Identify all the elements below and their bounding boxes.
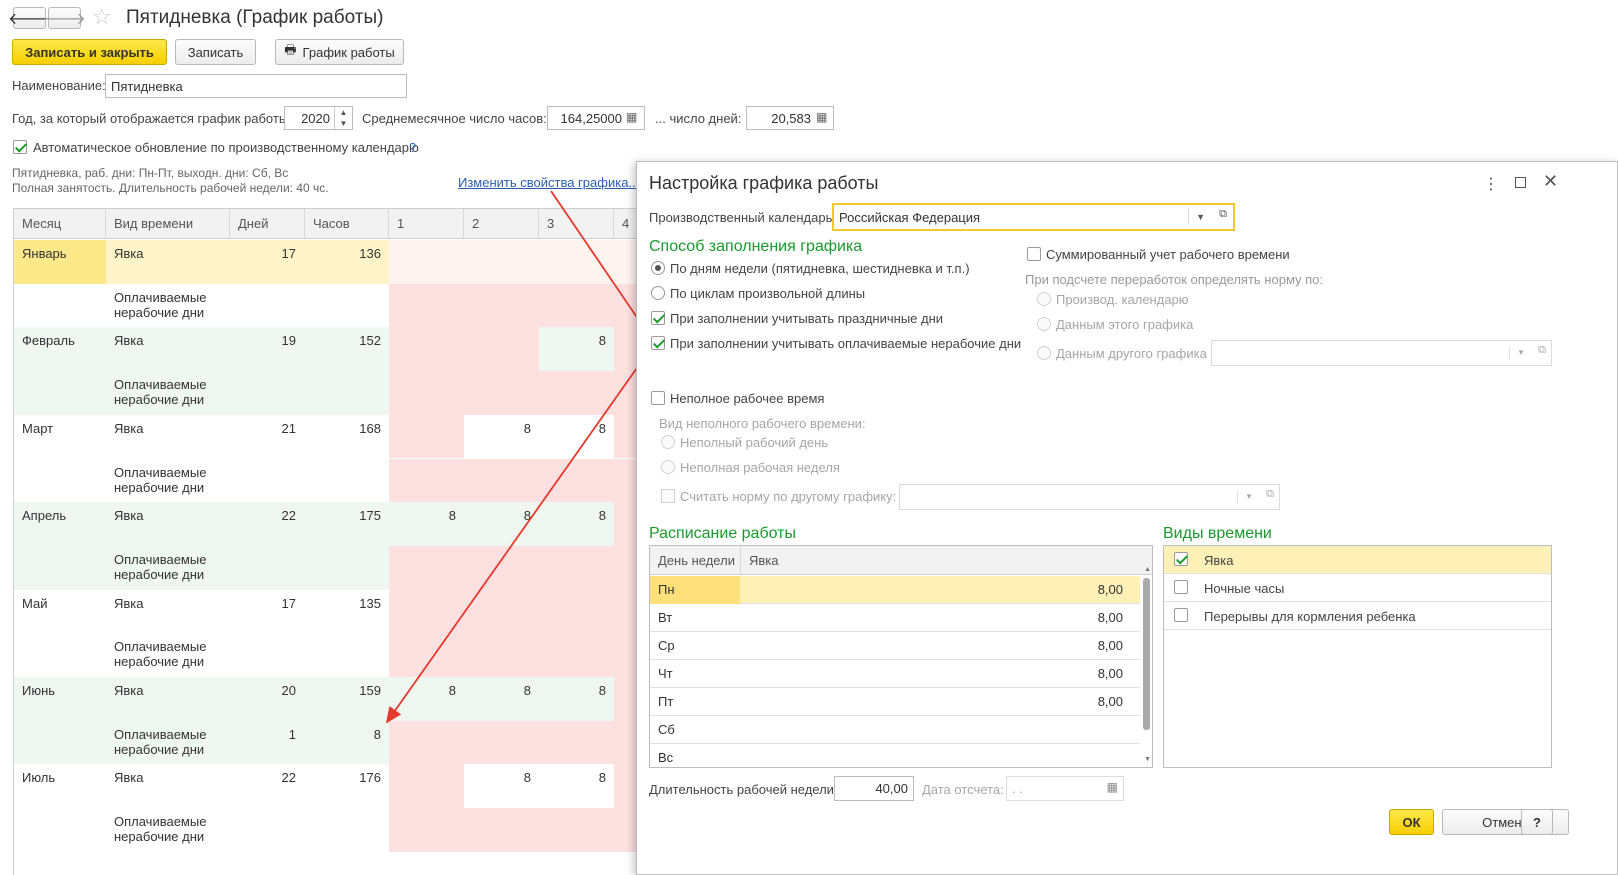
time-kind-checkbox[interactable] [1174,552,1188,566]
chevron-down-icon[interactable]: ▼ [1237,490,1253,504]
ot-this-radio[interactable] [1037,317,1051,331]
weekdays-label: По дням недели (пятидневка, шестидневка … [670,261,970,276]
weekday-cell: Вс [658,750,674,765]
chevron-down-icon[interactable]: ▼ [1509,346,1525,360]
overtime-label: При подсчете переработок определять норм… [1025,272,1324,287]
attendance-cell[interactable]: 8,00 [741,632,1131,660]
attendance-cell[interactable]: 8,00 [741,660,1131,688]
paid-nonwork-label: При заполнении учитывать оплачиваемые не… [670,336,1022,351]
list-item[interactable]: Явка [1164,546,1551,574]
paid-nonwork-checkbox[interactable] [651,336,665,350]
header-weekday[interactable]: День недели [650,546,741,575]
list-item[interactable]: Перерывы для кормления ребенка [1164,602,1551,630]
scrollbar[interactable] [1143,578,1150,730]
table-row[interactable]: Сб [650,716,1140,744]
table-row[interactable]: Чт 8,00 [650,660,1140,688]
cycles-label: По циклам произвольной длины [670,286,866,301]
open-icon[interactable]: ⧉ [1266,488,1274,501]
scroll-down-icon[interactable]: ▼ [1144,756,1151,763]
part-week-label: Неполная рабочая неделя [680,460,840,475]
attendance-cell[interactable] [741,744,1131,767]
open-icon[interactable]: ⧉ [1219,208,1227,221]
schedule-title: Расписание работы [649,525,796,542]
calendar-select[interactable]: Российская Федерация ▼ ⧉ [832,203,1235,231]
fill-method-title: Способ заполнения графика [649,238,863,255]
table-row[interactable]: Ср 8,00 [650,632,1140,660]
week-length-input[interactable]: 40,00 [834,776,914,801]
more-icon[interactable]: ⋮ [1483,174,1499,194]
ot-other-radio[interactable] [1037,346,1051,360]
other-norm-checkbox[interactable] [661,489,675,503]
calendar-label: Производственный календарь: [649,210,836,225]
weekday-cell: Чт [658,666,673,681]
weekdays-radio[interactable] [651,261,665,275]
cycles-radio[interactable] [651,286,665,300]
attendance-cell[interactable] [741,716,1131,744]
dialog-title: Настройка графика работы [649,173,879,193]
time-kind-checkbox[interactable] [1174,580,1188,594]
attendance-cell[interactable]: 8,00 [741,604,1131,632]
time-kind-checkbox[interactable] [1174,608,1188,622]
ref-date-input[interactable]: . . ▦ [1006,776,1124,801]
list-item[interactable]: Ночные часы [1164,574,1551,602]
weekday-cell: Пн [650,576,740,604]
part-kind-label: Вид неполного рабочего времени: [659,416,866,431]
time-kinds-title: Виды времени [1163,525,1272,542]
scroll-up-icon[interactable]: ▲ [1144,566,1151,573]
time-kinds-table[interactable]: Явка Ночные часы Перерывы для кормления ре… [1163,545,1552,768]
part-day-radio[interactable] [661,435,675,449]
schedule-settings-dialog: Настройка графика работы ⋮ ✕ Производств… [636,161,1618,875]
part-week-radio[interactable] [661,460,675,474]
calendar-icon[interactable]: ▦ [1107,780,1118,794]
summary-label: Суммированный учет рабочего времени [1046,247,1290,262]
time-kind-label: Ночные часы [1204,581,1285,596]
ref-date-label: Дата отсчета: [922,782,1004,797]
other-norm-label: Считать норму по другому графику: [680,489,897,504]
header-attendance[interactable]: Явка [741,546,1141,575]
table-row[interactable]: Пн 8,00 [650,576,1140,604]
time-kind-label: Перерывы для кормления ребенка [1204,609,1416,624]
table-row[interactable]: Вс [650,744,1140,767]
schedule-table[interactable]: День недели Явка Пн 8,00 Вт 8,00 Ср 8,00 Чт 8,0… [649,545,1153,768]
ot-calendar-label: Производ. календарю [1056,292,1189,307]
attendance-cell[interactable]: 8,00 [741,576,1131,604]
part-time-label: Неполное рабочее время [670,391,825,406]
part-day-label: Неполный рабочий день [680,435,829,450]
ot-this-label: Данным этого графика [1056,317,1194,332]
table-row[interactable]: Пт 8,00 [650,688,1140,716]
chevron-down-icon[interactable]: ▼ [1188,209,1205,225]
weekday-cell: Пт [658,694,674,709]
maximize-icon[interactable] [1515,177,1526,188]
holidays-label: При заполнении учитывать праздничные дни [670,311,944,326]
weekday-cell: Сб [658,722,675,737]
time-kind-label: Явка [1204,553,1234,568]
other-norm-select[interactable]: ▼ ⧉ [899,484,1280,510]
weekday-cell: Вт [658,610,673,625]
ot-other-label: Данным другого графика [1056,346,1207,361]
ot-other-select[interactable]: ▼ ⧉ [1211,340,1552,366]
holidays-checkbox[interactable] [651,311,665,325]
part-time-checkbox[interactable] [651,391,665,405]
ot-calendar-radio[interactable] [1037,292,1051,306]
table-row[interactable]: Вт 8,00 [650,604,1140,632]
help-button[interactable]: ? [1521,809,1553,835]
close-icon[interactable]: ✕ [1543,171,1558,192]
attendance-cell[interactable]: 8,00 [741,688,1131,716]
week-length-label: Длительность рабочей недели: [649,782,838,797]
open-icon[interactable]: ⧉ [1538,344,1546,357]
summary-checkbox[interactable] [1027,247,1041,261]
weekday-cell: Ср [658,638,675,653]
schedule-header: День недели Явка [650,546,1152,575]
ok-button[interactable]: ОК [1389,809,1434,835]
